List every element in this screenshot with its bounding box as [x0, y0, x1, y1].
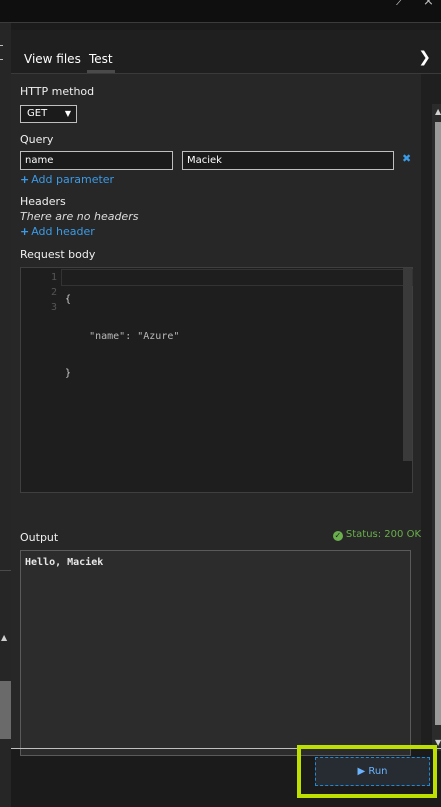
editor-scrollbar[interactable] — [403, 268, 412, 461]
headers-label: Headers — [20, 195, 66, 208]
add-parameter-link[interactable]: + Add parameter — [20, 173, 114, 186]
play-icon: ▶ — [357, 766, 366, 777]
panel-scrollbar[interactable]: ▲ ▼ — [432, 104, 441, 751]
window-top-bar: ⟋ × — [0, 0, 441, 23]
tab-bar: View files Test ❯ — [11, 30, 441, 74]
request-body-label: Request body — [20, 248, 96, 261]
plus-icon: + — [20, 225, 30, 238]
output-label: Output — [20, 531, 59, 544]
check-circle-icon: ✓ — [332, 531, 343, 541]
line-number-gutter: 1 2 3 — [21, 270, 57, 315]
close-icon[interactable]: × — [423, 0, 434, 9]
code-line: } — [65, 368, 72, 379]
add-parameter-label: Add parameter — [31, 173, 115, 186]
code-lines: { "name": "Azure" } — [65, 270, 179, 403]
code-line: { — [65, 294, 72, 305]
run-button[interactable]: ▶ Run — [315, 757, 430, 786]
http-method-select[interactable]: GET ▼ — [20, 105, 77, 123]
background-blade-strip: ▲ — [0, 23, 11, 807]
line-number: 1 — [50, 272, 57, 283]
query-param-value-input[interactable]: Maciek — [182, 151, 394, 170]
tab-view-files[interactable]: View files — [24, 52, 81, 66]
pin-icon[interactable]: ⟋ — [396, 0, 405, 9]
remove-parameter-icon[interactable]: ✖ — [402, 152, 411, 165]
strip-scroll-thumb[interactable] — [0, 681, 11, 739]
request-body-editor[interactable]: 1 2 3 { "name": "Azure" } — [20, 267, 413, 493]
strip-divider — [0, 570, 11, 571]
test-panel: View files Test ❯ HTTP method GET ▼ Quer… — [11, 30, 441, 756]
plus-icon: + — [20, 173, 30, 186]
tab-test[interactable]: Test — [87, 52, 115, 73]
http-method-value: GET — [27, 108, 48, 119]
strip-tick — [0, 59, 3, 60]
panel-scroll-thumb[interactable] — [435, 122, 441, 725]
line-number: 3 — [50, 302, 57, 313]
strip-tick — [0, 45, 3, 46]
test-content: HTTP method GET ▼ Query name Maciek ✖ + A… — [11, 74, 421, 756]
add-header-link[interactable]: + Add header — [20, 225, 95, 238]
query-param-name-input[interactable]: name — [20, 151, 173, 170]
scroll-up-icon[interactable]: ▲ — [1, 633, 7, 642]
run-label: Run — [368, 766, 388, 777]
chevron-right-icon[interactable]: ❯ — [418, 48, 431, 66]
query-label: Query — [20, 133, 54, 146]
status-badge: ✓ Status: 200 OK — [332, 529, 421, 541]
status-text: Status: 200 OK — [345, 529, 421, 540]
code-line: "name": "Azure" — [65, 331, 180, 342]
line-number: 2 — [50, 287, 57, 298]
add-header-label: Add header — [31, 225, 95, 238]
scroll-up-icon[interactable]: ▲ — [435, 107, 441, 116]
caret-down-icon: ▼ — [64, 109, 71, 118]
output-box: Hello, Maciek — [20, 550, 411, 756]
headers-empty-text: There are no headers — [20, 210, 139, 223]
http-method-label: HTTP method — [20, 85, 95, 98]
